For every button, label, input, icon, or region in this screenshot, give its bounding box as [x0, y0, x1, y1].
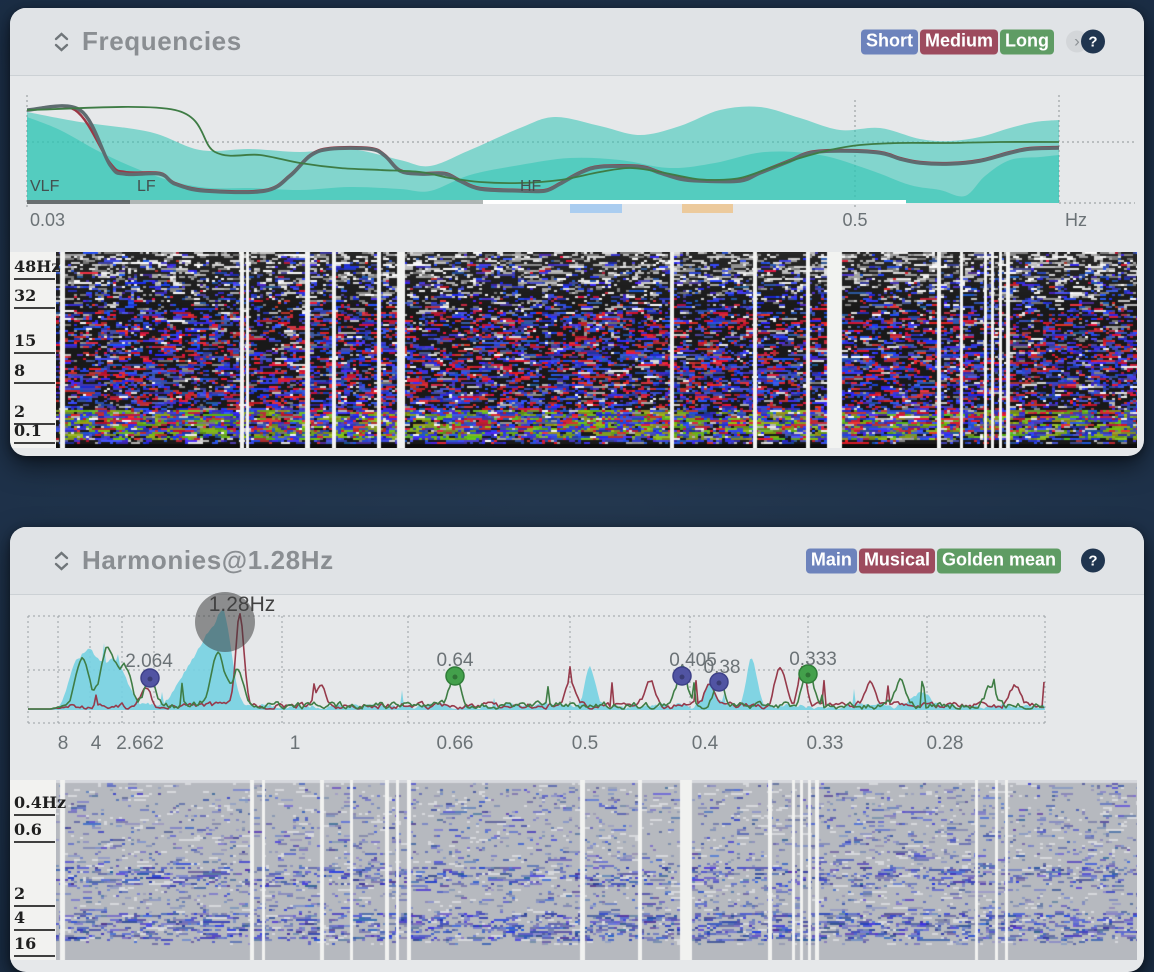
frequencies-legend: ShortMediumLong › ?	[859, 29, 1105, 54]
harmonies-header: Harmonies@1.28Hz MainMusicalGolden mean …	[10, 527, 1144, 595]
x-axis-tick: 8	[58, 733, 69, 755]
x-axis-tick: 0.66	[437, 733, 474, 755]
series-Short	[27, 106, 1059, 192]
x-axis-tick: 0.5	[572, 733, 598, 755]
x-axis-tick: 4	[91, 733, 102, 755]
spectrogram-tick: 0.4Hz	[14, 794, 55, 816]
series-Medium	[27, 106, 1059, 191]
spectrogram-tick: 0.6	[14, 821, 55, 843]
x-axis-tick: 0.5	[842, 210, 867, 231]
legend-item-long[interactable]: Long	[1000, 29, 1054, 54]
band-label-vlf: VLF	[30, 178, 59, 196]
harmonic-marker-label: 2.064	[125, 651, 173, 673]
frequencies-panel: Frequencies ShortMediumLong › ? VLF LF HF 0…	[10, 8, 1144, 456]
harmonic-marker-label: 0.333	[789, 649, 837, 671]
range-bar	[27, 200, 130, 204]
spectrogram-tick: 15	[14, 332, 55, 354]
spectrogram-tick: 2	[14, 885, 55, 907]
range-bar	[570, 204, 622, 213]
area-power-dark	[27, 117, 1059, 203]
harmonic-marker-label: 0.64	[437, 650, 474, 672]
area-power-light	[27, 106, 1059, 203]
frequencies-header: Frequencies ShortMediumLong › ?	[10, 8, 1144, 76]
legend-item-short[interactable]: Short	[861, 29, 918, 54]
help-button[interactable]: ?	[1081, 549, 1105, 573]
series-golden-mean	[28, 647, 1044, 709]
legend-item-golden-mean[interactable]: Golden mean	[937, 548, 1061, 573]
range-bar	[682, 204, 733, 213]
spectrogram-tick: 8	[14, 362, 55, 384]
harmonies-legend: MainMusicalGolden mean ?	[804, 548, 1105, 573]
series-Long	[27, 107, 1059, 183]
harmonies-spectrogram	[56, 780, 1137, 960]
selected-harmonic-label: 1.28Hz	[209, 593, 276, 617]
spectrogram-tick: 0.1	[14, 422, 55, 444]
legend-item-main[interactable]: Main	[806, 548, 857, 573]
spectrogram-tick: 48Hz	[14, 258, 55, 280]
spectrogram-tick: 32	[14, 287, 55, 309]
range-bar	[130, 200, 483, 204]
legend-item-medium[interactable]: Medium	[920, 29, 998, 54]
harmonic-marker-label: 0.38	[704, 657, 741, 679]
range-bar	[483, 200, 906, 204]
x-axis-tick: 0.33	[807, 733, 844, 755]
help-button[interactable]: ?	[1081, 30, 1105, 54]
frequencies-spectrogram	[56, 252, 1137, 448]
x-axis-tick: Hz	[1065, 210, 1087, 231]
harmonies-panel: Harmonies@1.28Hz MainMusicalGolden mean …	[10, 527, 1144, 972]
band-label-hf: HF	[520, 178, 541, 196]
collapse-updown-icon[interactable]	[54, 551, 69, 571]
spectrogram-tick: 4	[14, 909, 55, 931]
legend-item-musical[interactable]: Musical	[859, 548, 935, 573]
series-main-area	[28, 610, 1045, 710]
band-label-lf: LF	[137, 178, 156, 196]
spectrogram-tick: 16	[14, 935, 55, 957]
panel-title: Harmonies@1.28Hz	[82, 545, 334, 576]
x-axis-tick: 0.4	[692, 733, 718, 755]
x-axis-tick: 0.28	[927, 733, 964, 755]
x-axis-tick: 0.03	[30, 210, 65, 231]
collapse-updown-icon[interactable]	[54, 32, 69, 52]
panel-title: Frequencies	[82, 26, 242, 57]
x-axis-tick: 1	[290, 733, 301, 755]
x-axis-tick: 2.662	[116, 733, 164, 755]
series-musical	[28, 614, 1044, 709]
